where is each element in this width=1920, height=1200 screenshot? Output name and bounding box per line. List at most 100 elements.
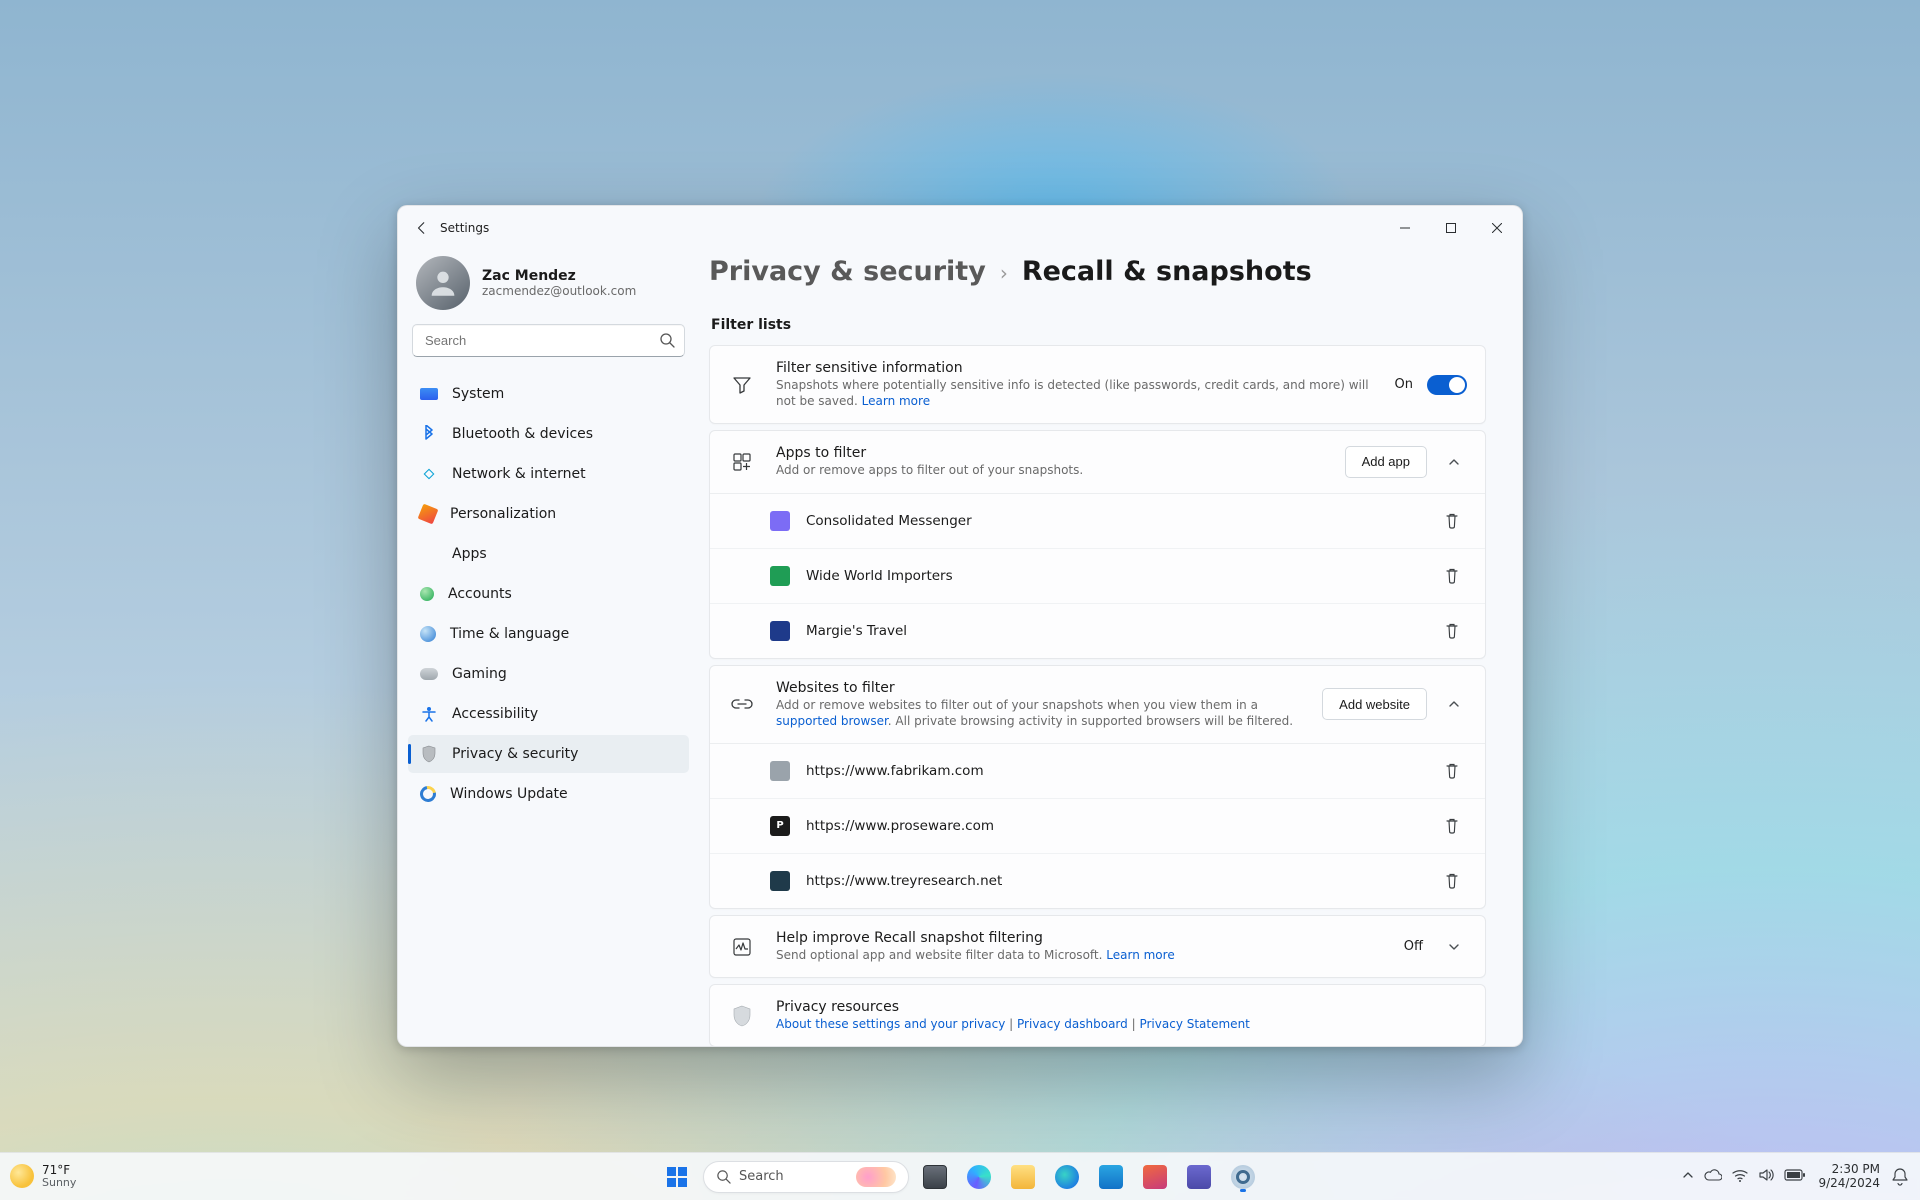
explorer-icon [1011, 1165, 1035, 1189]
apps-icon [420, 545, 438, 563]
taskbar-pin-copilot[interactable] [961, 1159, 997, 1195]
nav-bluetooth[interactable]: Bluetooth & devices [408, 415, 689, 453]
supported-browser-link[interactable]: supported browser [776, 714, 888, 728]
card-desc: Send optional app and website filter dat… [776, 947, 1384, 963]
close-button[interactable] [1474, 212, 1520, 244]
card-title: Privacy resources [776, 999, 1467, 1015]
expand-button[interactable] [1441, 934, 1467, 960]
taskbar-pin-taskview[interactable] [917, 1159, 953, 1195]
resource-links: About these settings and your privacy | … [776, 1016, 1467, 1032]
add-app-button[interactable]: Add app [1345, 446, 1427, 478]
taskbar-pin-store[interactable] [1093, 1159, 1129, 1195]
taskbar-pin-explorer[interactable] [1005, 1159, 1041, 1195]
card-filter-sensitive: Filter sensitive information Snapshots w… [709, 345, 1486, 424]
taskbar-pin-m365[interactable] [1137, 1159, 1173, 1195]
profile-email: zacmendez@outlook.com [482, 284, 636, 298]
wifi-icon[interactable] [1732, 1169, 1748, 1185]
taskbar-pin-teams[interactable] [1181, 1159, 1217, 1195]
clock-time: 2:30 PM [1818, 1163, 1880, 1176]
list-item: Margie's Travel [710, 603, 1485, 658]
volume-icon[interactable] [1758, 1168, 1774, 1185]
arrow-left-icon [415, 221, 429, 235]
nav-label: Bluetooth & devices [452, 426, 593, 442]
resource-link[interactable]: About these settings and your privacy [776, 1017, 1005, 1031]
add-website-button[interactable]: Add website [1322, 688, 1427, 720]
back-button[interactable] [408, 214, 436, 242]
taskbar-search[interactable]: Search [703, 1161, 909, 1193]
delete-button[interactable] [1437, 811, 1467, 841]
delete-button[interactable] [1437, 756, 1467, 786]
taskbar-pin-settings[interactable] [1225, 1159, 1261, 1195]
nav-label: Personalization [450, 506, 556, 522]
nav-privacy-security[interactable]: Privacy & security [408, 735, 689, 773]
list-item: Wide World Importers [710, 548, 1485, 603]
collapse-button[interactable] [1441, 691, 1467, 717]
toggle-filter-sensitive[interactable] [1427, 375, 1467, 395]
clock[interactable]: 2:30 PM 9/24/2024 [1818, 1163, 1880, 1189]
edge-icon [1055, 1165, 1079, 1189]
shield-icon [420, 745, 438, 763]
site-url: https://www.fabrikam.com [806, 763, 1421, 779]
desktop: Settings Zac Mendez zacmendez@outlook.co… [0, 0, 1920, 1200]
accessibility-icon [420, 705, 438, 723]
notifications-icon[interactable] [1892, 1168, 1910, 1186]
settings-window: Settings Zac Mendez zacmendez@outlook.co… [397, 205, 1523, 1047]
nav-accounts[interactable]: Accounts [408, 575, 689, 613]
nav-network[interactable]: Network & internet [408, 455, 689, 493]
nav-accessibility[interactable]: Accessibility [408, 695, 689, 733]
card-desc: Add or remove apps to filter out of your… [776, 462, 1325, 478]
card-title: Help improve Recall snapshot filtering [776, 930, 1384, 946]
taskbar-search-placeholder: Search [739, 1169, 784, 1184]
settings-icon [1231, 1165, 1255, 1189]
apps-icon [728, 452, 756, 472]
breadcrumb: Privacy & security › Recall & snapshots [709, 256, 1486, 287]
card-title: Apps to filter [776, 445, 1325, 461]
nav-windows-update[interactable]: Windows Update [408, 775, 689, 813]
nav-time-language[interactable]: Time & language [408, 615, 689, 653]
resource-link[interactable]: Privacy dashboard [1017, 1017, 1128, 1031]
learn-more-link[interactable]: Learn more [862, 394, 930, 408]
taskbar-pin-edge[interactable] [1049, 1159, 1085, 1195]
start-button[interactable] [659, 1159, 695, 1195]
search-highlight-icon [856, 1167, 896, 1187]
card-help-improve[interactable]: Help improve Recall snapshot filtering S… [709, 915, 1486, 978]
delete-button[interactable] [1437, 506, 1467, 536]
nav-label: Gaming [452, 666, 507, 682]
delete-button[interactable] [1437, 866, 1467, 896]
delete-button[interactable] [1437, 561, 1467, 591]
list-item: P https://www.proseware.com [710, 798, 1485, 853]
tray-overflow-icon[interactable] [1682, 1169, 1694, 1184]
card-apps-to-filter: Apps to filter Add or remove apps to fil… [709, 430, 1486, 658]
search-input[interactable] [412, 324, 685, 357]
nav-apps[interactable]: Apps [408, 535, 689, 573]
titlebar: Settings [398, 206, 1522, 250]
battery-icon[interactable] [1784, 1169, 1806, 1184]
onedrive-icon[interactable] [1704, 1169, 1722, 1184]
taskbar-center: Search [659, 1159, 1261, 1195]
site-url: https://www.proseware.com [806, 818, 1421, 834]
display-icon [420, 388, 438, 400]
weather-widget[interactable]: 71°F Sunny [10, 1164, 76, 1188]
wifi-icon [420, 465, 438, 483]
search-box [412, 324, 685, 357]
breadcrumb-parent[interactable]: Privacy & security [709, 256, 986, 287]
nav-system[interactable]: System [408, 375, 689, 413]
delete-button[interactable] [1437, 616, 1467, 646]
shield-icon [728, 1005, 756, 1027]
windows-icon [667, 1167, 687, 1187]
learn-more-link[interactable]: Learn more [1106, 948, 1174, 962]
nav-label: Privacy & security [452, 746, 578, 762]
collapse-button[interactable] [1441, 449, 1467, 475]
nav-personalization[interactable]: Personalization [408, 495, 689, 533]
apps-list: Consolidated Messenger Wide World Import… [710, 493, 1485, 658]
maximize-button[interactable] [1428, 212, 1474, 244]
card-title: Websites to filter [776, 680, 1302, 696]
app-icon [770, 566, 790, 586]
resource-link[interactable]: Privacy Statement [1139, 1017, 1249, 1031]
nav-label: Network & internet [452, 466, 586, 482]
profile[interactable]: Zac Mendez zacmendez@outlook.com [408, 250, 689, 324]
nav-gaming[interactable]: Gaming [408, 655, 689, 693]
site-icon: P [770, 816, 790, 836]
person-icon [420, 587, 434, 601]
minimize-button[interactable] [1382, 212, 1428, 244]
